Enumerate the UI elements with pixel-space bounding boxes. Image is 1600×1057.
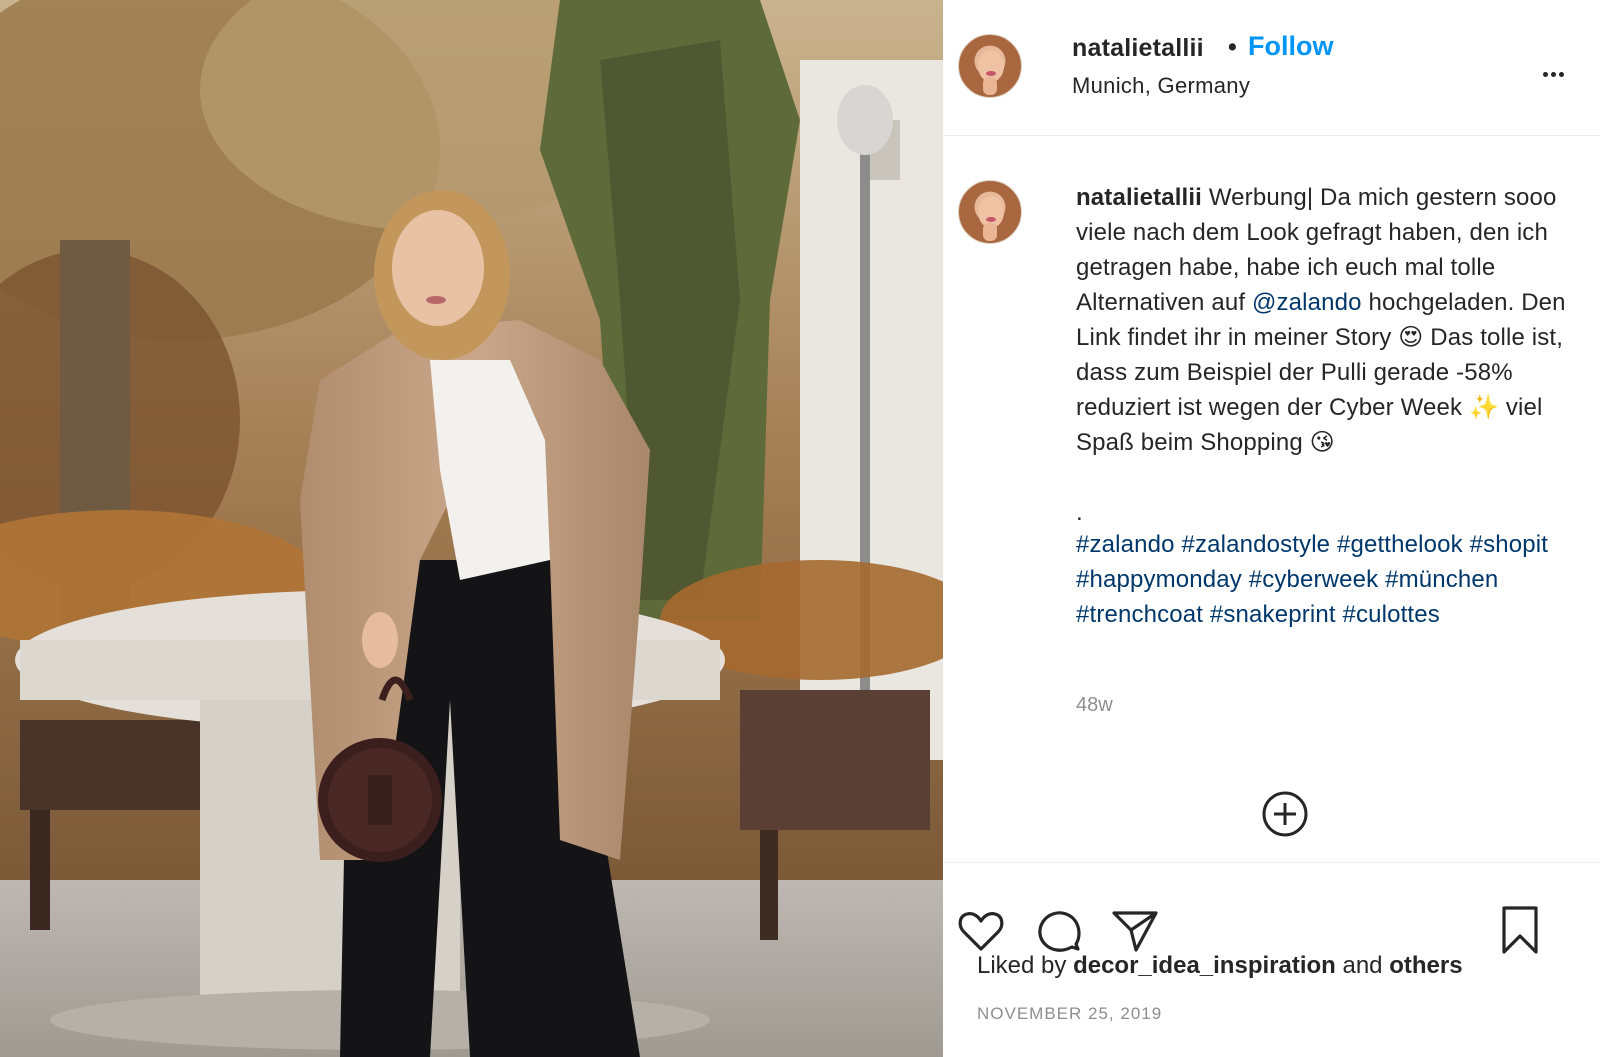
hashtag[interactable]: #trenchcoat: [1076, 601, 1203, 628]
post-photo[interactable]: [0, 0, 943, 1057]
caption-timestamp[interactable]: 48w: [1076, 694, 1113, 717]
header-separator-dot: •: [1228, 33, 1237, 61]
hashtag[interactable]: #zalando: [1076, 531, 1175, 558]
bookmark-icon[interactable]: [1494, 905, 1546, 957]
avatar-lips: [986, 71, 996, 76]
avatar-lips: [986, 217, 996, 222]
plus-circle-icon[interactable]: [1261, 790, 1309, 838]
hashtag[interactable]: #culottes: [1342, 601, 1439, 628]
more-dot: [1551, 72, 1556, 77]
caption-avatar[interactable]: [958, 180, 1022, 244]
follow-button[interactable]: Follow: [1248, 31, 1333, 62]
heart-icon[interactable]: [955, 905, 1007, 957]
hashtag[interactable]: #getthelook: [1337, 531, 1463, 558]
post-caption: natalietallii Werbung| Da mich gestern s…: [1076, 180, 1581, 460]
hashtag[interactable]: #happymonday: [1076, 566, 1242, 593]
hashtag[interactable]: #zalandostyle: [1181, 531, 1330, 558]
hashtag[interactable]: #münchen: [1385, 566, 1498, 593]
liked-by-line: Liked by decor_idea_inspiration and othe…: [977, 952, 1463, 980]
post-photo-illustration: [0, 0, 943, 1057]
header-avatar[interactable]: [958, 34, 1022, 98]
post-date[interactable]: NOVEMBER 25, 2019: [977, 1004, 1162, 1024]
avatar-hand: [983, 77, 997, 95]
caption-username[interactable]: natalietallii: [1076, 184, 1202, 211]
more-dot: [1543, 72, 1548, 77]
avatar-hand: [983, 223, 997, 241]
liked-by-prefix: Liked by: [977, 952, 1074, 979]
hashtag[interactable]: #cyberweek: [1249, 566, 1379, 593]
paper-plane-icon[interactable]: [1109, 905, 1161, 957]
liked-by-others[interactable]: others: [1389, 952, 1462, 979]
more-dot: [1559, 72, 1564, 77]
hashtag[interactable]: #snakeprint: [1210, 601, 1336, 628]
caption-dot: .: [1076, 499, 1083, 526]
comment-icon[interactable]: [1032, 905, 1084, 957]
hashtag-list: #zalando #zalandostyle #getthelook #shop…: [1076, 527, 1581, 632]
header-username[interactable]: natalietallii: [1072, 34, 1204, 63]
header-divider: [943, 135, 1600, 136]
post-sidebar: natalietallii • Follow Munich, Germany n…: [943, 0, 1600, 1057]
caption-mention[interactable]: @zalando: [1252, 289, 1362, 316]
actions-divider: [943, 862, 1600, 863]
liked-by-user[interactable]: decor_idea_inspiration: [1073, 952, 1336, 979]
hashtag[interactable]: #shopit: [1470, 531, 1548, 558]
location-link[interactable]: Munich, Germany: [1072, 73, 1250, 99]
more-options-icon[interactable]: [1543, 64, 1573, 77]
liked-by-and: and: [1335, 952, 1390, 979]
